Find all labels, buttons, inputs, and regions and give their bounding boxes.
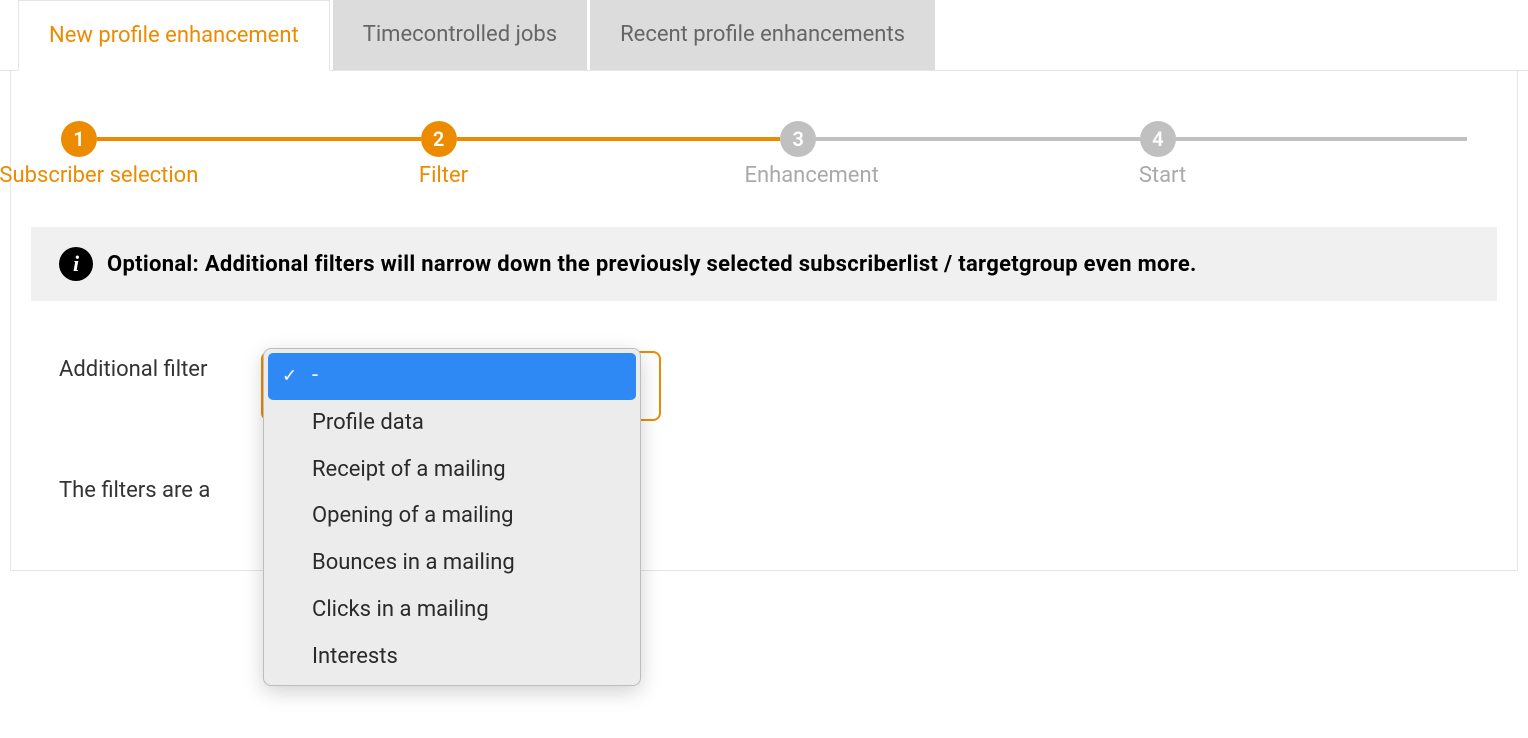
dropdown-option-label: - [312,363,318,388]
dropdown-option-opening-mailing[interactable]: Opening of a mailing [264,493,640,540]
tab-recent-profile-enhancements[interactable]: Recent profile enhancements [590,0,935,70]
step-line-3-4 [816,137,1140,141]
dropdown-option-bounces-mailing[interactable]: Bounces in a mailing [264,540,640,587]
dropdown-option-receipt-mailing[interactable]: Receipt of a mailing [264,447,640,494]
info-text: Optional: Additional filters will narrow… [107,252,1197,277]
check-icon: ✓ [282,364,297,389]
step-label-2: Filter [419,163,468,188]
tab-new-profile-enhancement[interactable]: New profile enhancement [18,0,330,71]
step-circle-4: 4 [1140,121,1176,157]
wizard-stepper: 1 Subscriber selection 2 Filter 3 Enhanc… [61,121,1467,157]
step-label-4: Start [1139,163,1186,188]
additional-filter-row: Additional filter ✓ - Profile data Recei… [31,351,1497,382]
step-4[interactable]: 4 Start [1140,121,1176,157]
info-banner: i Optional: Additional filters will narr… [31,227,1497,301]
filters-applied-text: The filters are a [31,478,1497,503]
tab-timecontrolled-jobs[interactable]: Timecontrolled jobs [333,0,587,70]
additional-filter-label: Additional filter [59,351,207,382]
tabs-bar: New profile enhancement Timecontrolled j… [0,0,1528,71]
step-circle-1: 1 [61,121,97,157]
step-label-3: Enhancement [744,163,878,188]
dropdown-option-none[interactable]: ✓ - [268,353,636,400]
step-1[interactable]: 1 Subscriber selection [61,121,97,157]
step-line-1-2 [97,137,421,141]
info-icon: i [59,247,93,281]
step-3[interactable]: 3 Enhancement [780,121,816,157]
content-panel: 1 Subscriber selection 2 Filter 3 Enhanc… [10,71,1518,571]
additional-filter-dropdown: ✓ - Profile data Receipt of a mailing Op… [263,348,641,686]
step-circle-3: 3 [780,121,816,157]
dropdown-option-profile-data[interactable]: Profile data [264,400,640,447]
dropdown-option-interests[interactable]: Interests [264,634,640,681]
step-line-2-3 [457,137,781,141]
step-line-end [1176,137,1467,141]
step-label-1: Subscriber selection [0,163,198,188]
step-circle-2: 2 [421,121,457,157]
step-2[interactable]: 2 Filter [421,121,457,157]
dropdown-option-clicks-mailing[interactable]: Clicks in a mailing [264,587,640,634]
